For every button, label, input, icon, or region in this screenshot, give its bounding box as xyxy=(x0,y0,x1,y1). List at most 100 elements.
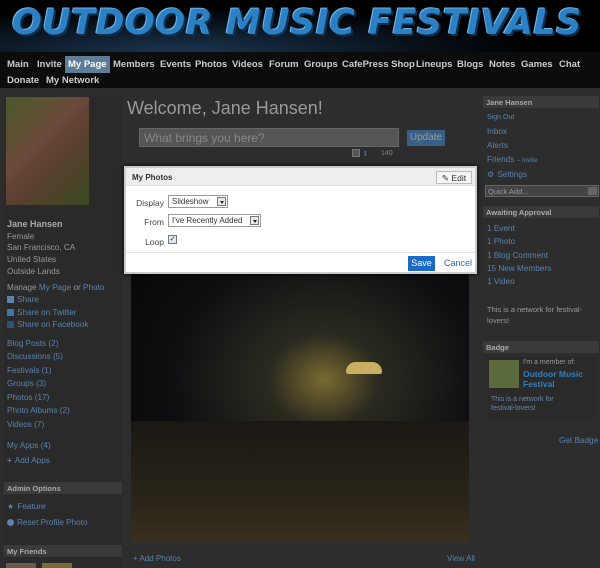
friend-thumbnail[interactable] xyxy=(42,563,72,568)
share-twitter-link[interactable]: Share on Twitter xyxy=(7,308,76,317)
main-content: Welcome, Jane Hansen! What brings you he… xyxy=(127,90,477,568)
from-select[interactable]: I've Recently Added xyxy=(168,214,261,227)
twitter-icon: t xyxy=(364,149,367,158)
approval-members-link[interactable]: 15 New Members xyxy=(487,264,551,273)
profile-gender: Female xyxy=(7,232,35,241)
add-apps-link[interactable]: + Add Apps xyxy=(7,456,50,465)
feature-link[interactable]: ★ Feature xyxy=(7,501,46,511)
manage-my-page-link[interactable]: My Page xyxy=(39,283,71,292)
quick-add-select[interactable]: Quick Add... xyxy=(485,185,599,197)
main-navigation: Main Invite My Page Members Events Photo… xyxy=(0,52,600,88)
sign-out-link[interactable]: Sign Out xyxy=(487,114,514,121)
facebook-icon xyxy=(7,321,14,329)
share-checkbox[interactable] xyxy=(352,149,360,157)
profile-sidebar: Jane Hansen Female San Francisco, CA Uni… xyxy=(4,95,122,568)
profile-location: San Francisco, CA xyxy=(7,243,76,252)
inbox-link[interactable]: Inbox xyxy=(487,127,507,136)
display-label: Display xyxy=(136,198,164,208)
view-all-link[interactable]: View All xyxy=(447,554,475,563)
admin-options-header: Admin Options xyxy=(4,482,122,494)
approval-blog-comment-link[interactable]: 1 Blog Comment xyxy=(487,251,548,260)
add-photos-link[interactable]: + Add Photos xyxy=(133,554,181,563)
my-friends-header: My Friends xyxy=(4,545,122,557)
nav-photos[interactable]: Photos xyxy=(192,56,230,73)
profile-country: United States xyxy=(7,255,57,264)
nav-blogs[interactable]: Blogs xyxy=(454,56,486,73)
dialog-title: My Photos xyxy=(132,173,173,182)
save-button[interactable]: Save xyxy=(408,256,435,271)
network-badge[interactable]: I'm a member of: Outdoor Music Festival … xyxy=(487,357,595,419)
get-badge-link[interactable]: Get Badge xyxy=(559,436,598,445)
welcome-heading: Welcome, Jane Hansen! xyxy=(127,98,323,118)
invite-link[interactable]: – Invite xyxy=(517,157,538,164)
nav-my-network[interactable]: My Network xyxy=(43,72,102,89)
share-facebook-label: Share on Facebook xyxy=(17,320,89,329)
nav-forum[interactable]: Forum xyxy=(266,56,302,73)
alerts-link[interactable]: Alerts xyxy=(487,141,508,150)
friends-link[interactable]: Friends – Invite xyxy=(487,155,538,164)
display-select[interactable]: Slideshow xyxy=(168,195,228,208)
approval-event-link[interactable]: 1 Event xyxy=(487,224,515,233)
loop-label: Loop xyxy=(145,237,164,247)
profile-name: Jane Hansen xyxy=(7,219,63,229)
nav-my-page[interactable]: My Page xyxy=(65,56,110,73)
edit-label: Edit xyxy=(451,173,467,183)
nav-main[interactable]: Main xyxy=(4,56,32,73)
char-count: 140 xyxy=(381,150,393,157)
badge-network-name: Outdoor Music Festival xyxy=(523,369,583,389)
photo-slideshow[interactable] xyxy=(131,272,469,542)
nav-groups[interactable]: Groups xyxy=(301,56,341,73)
nav-games[interactable]: Games xyxy=(518,56,556,73)
share-label: Share xyxy=(17,295,39,304)
profile-avatar[interactable] xyxy=(6,97,89,205)
nav-videos[interactable]: Videos xyxy=(229,56,266,73)
share-link[interactable]: Share xyxy=(7,295,39,304)
my-apps-link[interactable]: My Apps (4) xyxy=(7,441,51,450)
nav-lineups[interactable]: Lineups xyxy=(413,56,455,73)
cancel-link[interactable]: Cancel xyxy=(444,258,472,268)
photos-link[interactable]: Photos (17) xyxy=(7,393,49,402)
photo-ground xyxy=(131,420,469,542)
festivals-link[interactable]: Festivals (1) xyxy=(7,366,52,375)
site-banner: OUTDOOR MUSIC FESTIVALS xyxy=(0,0,600,52)
manage-line: Manage My Page or Photo xyxy=(7,283,104,292)
gear-icon: ⚙ xyxy=(487,170,495,179)
reset-profile-photo-link[interactable]: Reset Profile Photo xyxy=(7,518,88,527)
badge-member-text: I'm a member of: xyxy=(523,359,576,366)
nav-notes[interactable]: Notes xyxy=(486,56,518,73)
approval-video-link[interactable]: 1 Video xyxy=(487,277,515,286)
nav-events[interactable]: Events xyxy=(157,56,194,73)
discussions-link[interactable]: Discussions (5) xyxy=(7,352,63,361)
settings-link[interactable]: ⚙ Settings xyxy=(487,169,527,179)
nav-chat[interactable]: Chat xyxy=(556,56,583,73)
groups-link[interactable]: Groups (3) xyxy=(7,379,46,388)
star-icon: ★ xyxy=(7,502,15,511)
pencil-icon: ✎ xyxy=(441,173,450,183)
user-sidebar: Jane Hansen Sign Out Inbox Alerts Friend… xyxy=(483,95,599,568)
friend-thumbnail[interactable] xyxy=(6,563,36,568)
blog-posts-link[interactable]: Blog Posts (2) xyxy=(7,339,58,348)
share-facebook-link[interactable]: Share on Facebook xyxy=(7,320,88,329)
nav-members[interactable]: Members xyxy=(110,56,158,73)
manage-photo-link[interactable]: Photo xyxy=(83,283,104,292)
twitter-icon xyxy=(7,309,14,317)
chevron-down-icon xyxy=(250,216,259,225)
site-title[interactable]: OUTDOOR MUSIC FESTIVALS xyxy=(12,3,582,43)
status-input[interactable]: What brings you here? xyxy=(139,128,399,147)
plus-icon: + xyxy=(7,456,12,465)
reset-photo-label: Reset Profile Photo xyxy=(17,518,88,527)
photo-albums-link[interactable]: Photo Albums (2) xyxy=(7,406,70,415)
nav-invite[interactable]: Invite xyxy=(34,56,65,73)
edit-button[interactable]: ✎ Edit xyxy=(436,171,472,184)
videos-link[interactable]: Videos (7) xyxy=(7,420,44,429)
alerts-label: Alerts xyxy=(487,141,508,150)
nav-donate[interactable]: Donate xyxy=(4,72,42,89)
update-button[interactable]: Update xyxy=(407,130,445,146)
chevron-down-icon xyxy=(588,187,597,195)
approval-photo-link[interactable]: 1 Photo xyxy=(487,237,515,246)
awaiting-approval-header: Awaiting Approval xyxy=(483,206,599,218)
dialog-divider xyxy=(126,252,475,253)
nav-cafepress-shop[interactable]: CafePress Shop xyxy=(339,56,418,73)
badge-header: Badge xyxy=(483,341,599,353)
loop-checkbox[interactable]: ✓ xyxy=(168,235,177,244)
